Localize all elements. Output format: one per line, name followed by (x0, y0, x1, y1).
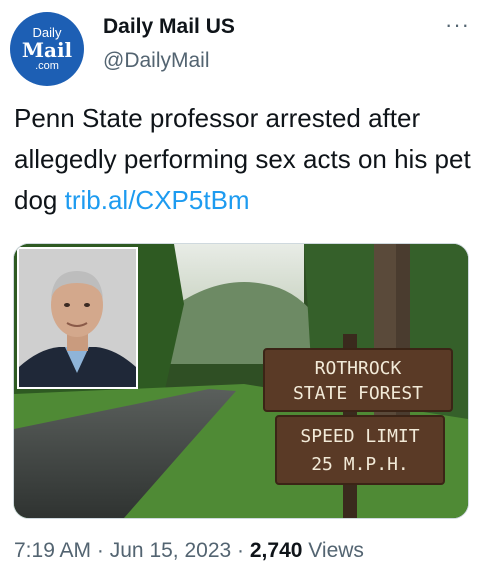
user-handle[interactable]: @DailyMail (103, 49, 210, 73)
avatar[interactable]: Daily Mail .com (10, 12, 84, 86)
portrait-photo (19, 249, 136, 387)
sign-text-rothrock: ROTHROCK (315, 358, 402, 379)
meta-separator: · (96, 539, 104, 562)
tweet-meta: 7:19 AM · Jun 15, 2023 · 2,740 Views (14, 539, 364, 563)
sign-text-state-forest: STATE FOREST (293, 383, 423, 404)
views-label: Views (308, 539, 364, 562)
tweet-media-image[interactable]: ROTHROCK STATE FOREST SPEED LIMIT 25 M.P… (13, 243, 469, 519)
professor-portrait-inset (17, 247, 138, 389)
meta-separator: · (237, 539, 245, 562)
avatar-text-com: .com (35, 60, 59, 72)
tweet-date[interactable]: Jun 15, 2023 (110, 539, 231, 562)
sign-text-speed-limit: SPEED LIMIT (300, 426, 419, 447)
display-name[interactable]: Daily Mail US (103, 15, 235, 39)
avatar-text-mail: Mail (21, 38, 73, 62)
more-options-icon[interactable]: ··· (445, 12, 470, 38)
tweet-text: Penn State professor arrested after alle… (14, 98, 476, 221)
tweet-time[interactable]: 7:19 AM (14, 539, 91, 562)
views-count: 2,740 (249, 539, 303, 562)
tweet-link[interactable]: trib.al/CXP5tBm (65, 185, 250, 215)
sign-text-25-mph: 25 M.P.H. (311, 454, 409, 475)
